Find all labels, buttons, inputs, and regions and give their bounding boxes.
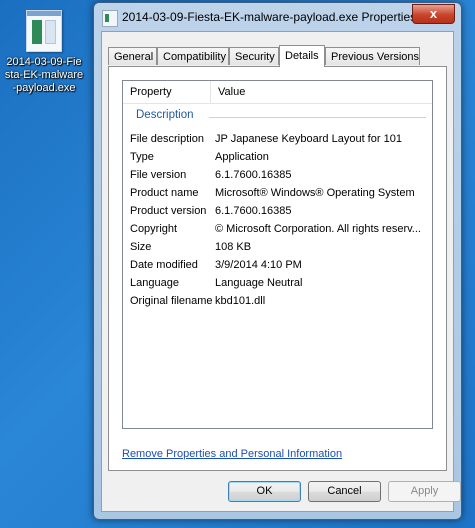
- property-value: kbd101.dll: [215, 295, 266, 307]
- property-value: 108 KB: [215, 241, 252, 253]
- property-name: File description: [130, 133, 204, 145]
- exe-file-icon: [26, 10, 62, 52]
- property-name: Original filename: [130, 295, 213, 307]
- list-item[interactable]: Language Language Neutral: [130, 274, 426, 292]
- property-value: © Microsoft Corporation. All rights rese…: [215, 223, 421, 235]
- apply-button[interactable]: Apply: [388, 481, 461, 502]
- property-name: Product version: [130, 205, 207, 217]
- property-name: Copyright: [130, 223, 178, 235]
- tab-previous-versions[interactable]: Previous Versions: [325, 47, 420, 65]
- list-item[interactable]: Product name Microsoft® Windows® Operatin…: [130, 184, 426, 202]
- list-item[interactable]: Date modified 3/9/2014 4:10 PM: [130, 256, 426, 274]
- tab-general[interactable]: General: [108, 47, 157, 65]
- desktop-file-label: 2014-03-09-Fiesta-EK-malware-payload.exe: [4, 56, 84, 94]
- property-name: File version: [130, 169, 187, 181]
- details-list[interactable]: Property Value Description File descript…: [122, 80, 433, 429]
- list-item[interactable]: Product version 6.1.7600.16385: [130, 202, 426, 220]
- list-item[interactable]: File description JP Japanese Keyboard Lay…: [130, 130, 426, 148]
- dialog-client-area: General Compatibility Security Details P…: [101, 31, 461, 512]
- properties-window: 2014-03-09-Fiesta-EK-malware-payload.exe…: [93, 2, 462, 520]
- desktop-file-icon[interactable]: 2014-03-09-Fiesta-EK-malware-payload.exe: [4, 10, 84, 95]
- list-item[interactable]: Original filename kbd101.dll: [130, 292, 426, 310]
- property-value: Application: [215, 151, 269, 163]
- property-rows: File description JP Japanese Keyboard Lay…: [130, 130, 426, 310]
- property-name: Date modified: [130, 259, 198, 271]
- close-button[interactable]: x: [412, 4, 455, 24]
- window-title: 2014-03-09-Fiesta-EK-malware-payload.exe…: [122, 10, 417, 24]
- tab-compatibility[interactable]: Compatibility: [157, 47, 229, 65]
- property-value: JP Japanese Keyboard Layout for 101: [215, 133, 402, 145]
- cancel-button[interactable]: Cancel: [308, 481, 381, 502]
- list-item[interactable]: Size 108 KB: [130, 238, 426, 256]
- details-panel: Property Value Description File descript…: [108, 66, 447, 471]
- column-header-property[interactable]: Property: [123, 81, 211, 103]
- property-value: 3/9/2014 4:10 PM: [215, 259, 302, 271]
- property-value: 6.1.7600.16385: [215, 169, 292, 181]
- property-value: 6.1.7600.16385: [215, 205, 292, 217]
- property-name: Type: [130, 151, 154, 163]
- column-header-value[interactable]: Value: [211, 81, 245, 103]
- list-item[interactable]: Type Application: [130, 148, 426, 166]
- list-header: Property Value: [123, 81, 432, 104]
- property-value: Microsoft® Windows® Operating System: [215, 187, 415, 199]
- group-header-description: Description: [129, 109, 426, 125]
- list-item[interactable]: Copyright © Microsoft Corporation. All ri…: [130, 220, 426, 238]
- title-bar[interactable]: 2014-03-09-Fiesta-EK-malware-payload.exe…: [94, 3, 461, 31]
- remove-properties-link[interactable]: Remove Properties and Personal Informati…: [122, 448, 342, 460]
- close-icon: x: [429, 6, 438, 21]
- list-item[interactable]: File version 6.1.7600.16385: [130, 166, 426, 184]
- property-name: Size: [130, 241, 152, 253]
- exe-file-icon: [102, 10, 118, 27]
- tab-details[interactable]: Details: [279, 45, 325, 67]
- property-name: Language: [130, 277, 179, 289]
- group-label: Description: [136, 109, 194, 121]
- ok-button[interactable]: OK: [228, 481, 301, 502]
- tab-security[interactable]: Security: [229, 47, 279, 65]
- property-name: Product name: [130, 187, 199, 199]
- group-divider: [209, 117, 426, 118]
- property-value: Language Neutral: [215, 277, 303, 289]
